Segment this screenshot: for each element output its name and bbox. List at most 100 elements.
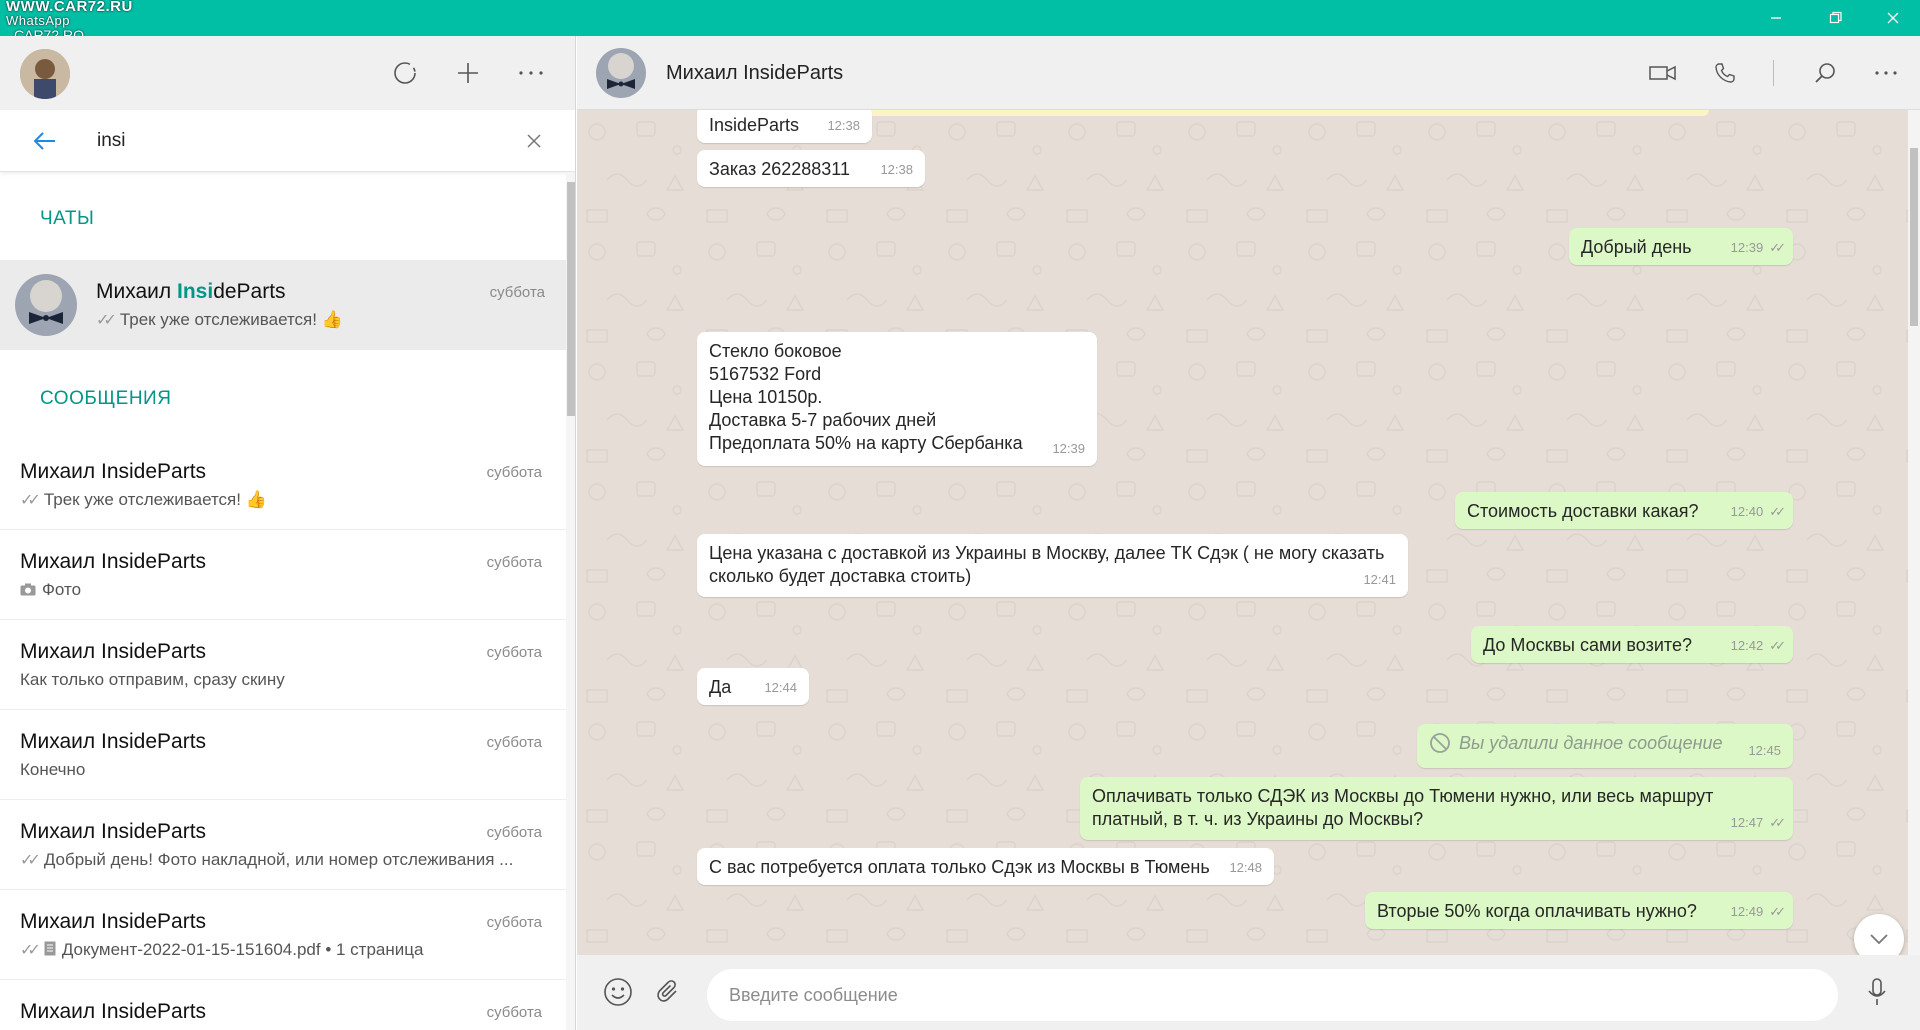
search-chat-button[interactable] (1805, 53, 1845, 93)
message-timestamp: 12:38 (880, 162, 913, 177)
chat-menu-button[interactable] (1866, 53, 1906, 93)
sidebar-scrollbar[interactable] (566, 172, 575, 1030)
avatar-photo (20, 49, 70, 99)
message-result-date: суббота (486, 1004, 542, 1021)
avatar-photo (596, 48, 646, 98)
message-result-item[interactable]: Михаил InsideParts суббота (0, 980, 566, 1030)
message-timestamp: 12:40 (1730, 504, 1764, 519)
search-icon (1815, 63, 1835, 83)
incoming-message-bubble[interactable]: Стекло боковое 5167532 Ford Цена 10150р.… (697, 332, 1097, 466)
message-text: Добрый день (1581, 237, 1692, 257)
sidebar-header (0, 36, 575, 110)
message-result-name: Михаил InsideParts (20, 1000, 207, 1023)
message-result-name: Михаил InsideParts (20, 820, 207, 843)
message-composer (577, 955, 1920, 1030)
message-timestamp: 12:38 (827, 118, 860, 133)
message-time: 12:39 ✓✓ (1730, 236, 1786, 259)
message-result-date: суббота (486, 734, 542, 751)
message-text: Оплачивать только СДЭК из Москвы до Тюме… (1092, 786, 1714, 829)
contact-avatar (15, 274, 77, 336)
scrollbar-thumb[interactable] (567, 182, 575, 416)
video-call-button[interactable] (1643, 53, 1683, 93)
double-check-icon: ✓✓ (1769, 240, 1786, 255)
message-timestamp: 12:39 (1052, 441, 1085, 456)
double-check-icon: ✓✓ (20, 942, 41, 959)
clear-search-button[interactable] (514, 121, 554, 161)
message-time: 12:47 ✓✓ (1730, 811, 1786, 834)
contact-avatar[interactable] (596, 48, 646, 98)
outgoing-message-bubble[interactable]: Оплачивать только СДЭК из Москвы до Тюме… (1080, 777, 1793, 840)
message-timestamp: 12:42 (1730, 638, 1764, 653)
message-result-item[interactable]: Михаил InsideParts суббота Фото (0, 530, 566, 620)
incoming-message-bubble[interactable]: Заказ 262288311 12:38 (697, 150, 925, 187)
chat-result-preview: ✓✓ Трек уже отслеживается! 👍 (96, 310, 343, 330)
outgoing-message-bubble[interactable]: Стоимость доставки какая? 12:40 ✓✓ (1455, 492, 1793, 529)
attach-button[interactable] (649, 972, 689, 1012)
chat-result-item[interactable]: Михаил InsideParts суббота ✓✓ Трек уже от… (0, 260, 566, 350)
conversation-pane: Михаил InsideParts InsideParts 12:38 Зак… (577, 36, 1920, 1030)
restore-button[interactable] (1812, 0, 1860, 36)
message-result-date: суббота (486, 644, 542, 661)
message-timestamp: 12:39 (1730, 240, 1764, 255)
outgoing-message-bubble[interactable]: Вы удалили данное сообщение 12:45 (1417, 724, 1793, 768)
incoming-message-bubble[interactable]: С вас потребуется оплата только Сдэк из … (697, 848, 1274, 885)
back-button[interactable] (25, 121, 65, 161)
message-text: Да (709, 677, 732, 697)
incoming-message-bubble[interactable]: Цена указана с доставкой из Украины в Мо… (697, 534, 1408, 597)
message-result-name: Михаил InsideParts (20, 730, 207, 753)
message-timestamp: 12:48 (1229, 860, 1262, 875)
incoming-message-bubble[interactable]: InsideParts 12:38 (697, 110, 872, 143)
contact-name[interactable]: Михаил InsideParts (666, 62, 843, 85)
message-timestamp: 12:44 (764, 680, 797, 695)
emoji-button[interactable] (598, 972, 638, 1012)
message-result-item[interactable]: Михаил InsideParts суббота ✓✓ Документ-2022… (0, 890, 566, 980)
message-timestamp: 12:47 (1730, 815, 1764, 830)
message-time: 12:39 (1052, 437, 1085, 460)
new-chat-button[interactable] (448, 53, 488, 93)
message-result-item[interactable]: Михаил InsideParts суббота ✓✓ Добрый день! … (0, 800, 566, 890)
double-check-icon: ✓✓ (1769, 815, 1786, 830)
message-input[interactable] (707, 969, 1838, 1021)
scrollbar-thumb[interactable] (1910, 148, 1918, 326)
message-result-date: суббота (486, 554, 542, 571)
menu-button[interactable] (511, 53, 551, 93)
message-result-item[interactable]: Михаил InsideParts суббота ✓✓ Трек уже отсл… (0, 440, 566, 530)
outgoing-message-bubble[interactable]: Вторые 50% когда оплачивать нужно? 12:49 ✓… (1365, 892, 1793, 929)
my-avatar[interactable] (20, 49, 70, 99)
message-result-item[interactable]: Михаил InsideParts суббота Конечно (0, 710, 566, 800)
chat-result-date: суббота (489, 284, 545, 301)
outgoing-message-bubble[interactable]: Добрый день 12:39 ✓✓ (1569, 228, 1793, 265)
double-check-icon: ✓✓ (96, 312, 117, 329)
message-result-preview: ✓✓ Трек уже отслеживается! 👍 (20, 490, 267, 510)
chevron-down-icon (1870, 934, 1888, 944)
status-button[interactable] (385, 53, 425, 93)
minimize-icon (1771, 17, 1781, 19)
message-list[interactable]: Добрый день12:38InsideParts12:38Заказ 26… (577, 110, 1920, 955)
conversation-header: Михаил InsideParts (577, 36, 1920, 110)
message-result-name: Михаил InsideParts (20, 640, 207, 663)
message-text: Вторые 50% когда оплачивать нужно? (1377, 901, 1697, 921)
message-text: Заказ 262288311 (709, 159, 850, 179)
camera-icon (20, 583, 36, 596)
phone-icon (1715, 63, 1735, 83)
message-result-preview: ✓✓ Документ-2022-01-15-151604.pdf • 1 стр… (20, 940, 423, 960)
outgoing-message-bubble[interactable]: До Москвы сами возите? 12:42 ✓✓ (1471, 626, 1793, 663)
title-bar: WWW.CAR72.RU WhatsApp CAR72.RO (0, 0, 1920, 42)
close-window-button[interactable] (1869, 0, 1917, 36)
watermark: WWW.CAR72.RU WhatsApp (6, 0, 133, 28)
back-arrow-icon (34, 132, 55, 150)
document-icon (44, 941, 56, 956)
deleted-icon (1430, 733, 1450, 753)
message-result-item[interactable]: Михаил InsideParts суббота Как только отпр… (0, 620, 566, 710)
message-result-name: Михаил InsideParts (20, 550, 207, 573)
incoming-message-bubble[interactable]: Да 12:44 (697, 668, 809, 705)
double-check-icon: ✓✓ (1769, 638, 1786, 653)
conversation-scrollbar[interactable] (1908, 110, 1920, 955)
name-prefix: Михаил (96, 280, 177, 303)
voice-message-button[interactable] (1857, 972, 1897, 1012)
search-input[interactable] (95, 126, 495, 156)
message-result-name: Михаил InsideParts (20, 910, 207, 933)
minimize-button[interactable] (1752, 0, 1800, 36)
voice-call-button[interactable] (1705, 53, 1745, 93)
double-check-icon: ✓✓ (1769, 504, 1786, 519)
